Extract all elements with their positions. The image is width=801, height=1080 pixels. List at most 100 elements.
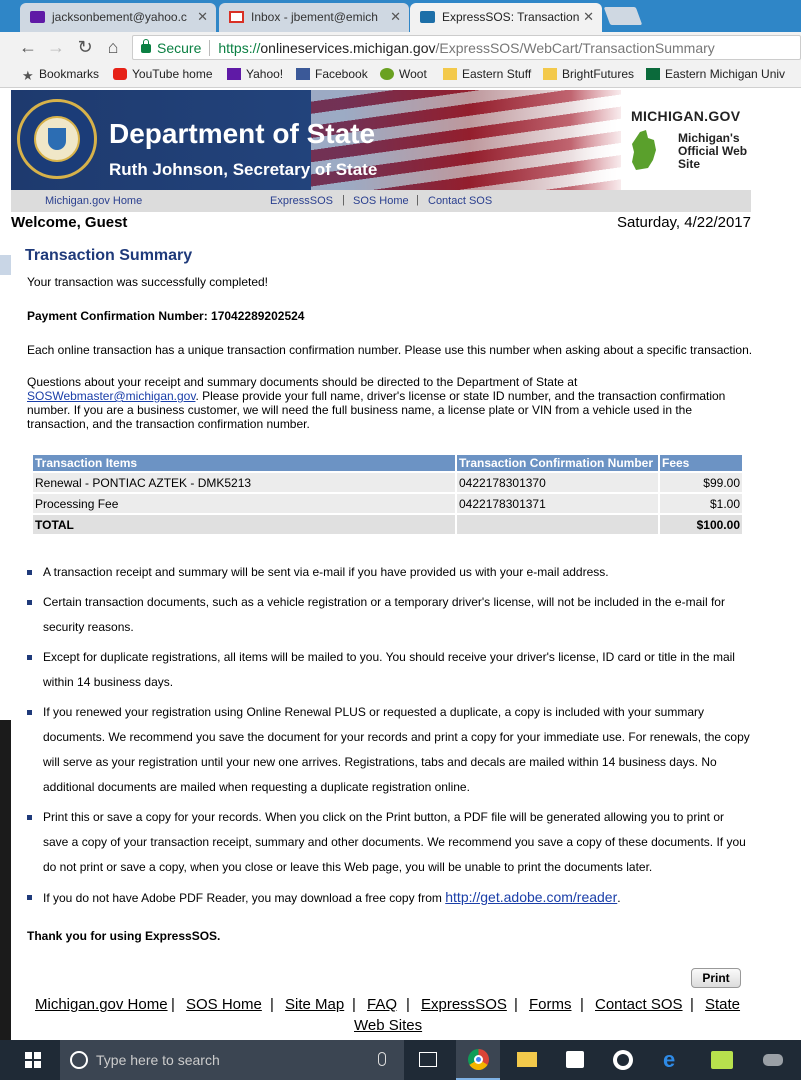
expresssos-favicon-icon bbox=[420, 11, 435, 23]
adobe-reader-link[interactable]: http://get.adobe.com/reader bbox=[445, 889, 617, 905]
webmaster-email-link[interactable]: SOSWebmaster@michigan.gov bbox=[27, 389, 195, 403]
nav-contact-sos[interactable]: Contact SOS bbox=[428, 195, 492, 207]
secure-label: Secure bbox=[157, 40, 202, 56]
payment-confirmation: Payment Confirmation Number: 17042289202… bbox=[27, 309, 304, 323]
facebook-icon bbox=[296, 68, 310, 80]
app-icon[interactable] bbox=[700, 1040, 744, 1080]
youtube-icon bbox=[113, 68, 127, 80]
home-icon[interactable]: ⌂ bbox=[102, 36, 124, 58]
address-bar[interactable]: Secure https://onlineservices.michigan.go… bbox=[132, 35, 801, 60]
footer-link-web-sites[interactable]: Web Sites bbox=[354, 1017, 422, 1034]
fee-cell: $1.00 bbox=[660, 494, 742, 513]
footer-link-expresssos[interactable]: ExpressSOS bbox=[421, 996, 507, 1013]
file-explorer-icon[interactable] bbox=[505, 1040, 549, 1080]
bullet-icon bbox=[27, 710, 32, 715]
nav-sos-home[interactable]: SOS Home bbox=[353, 195, 409, 207]
task-view-icon[interactable] bbox=[406, 1040, 450, 1080]
tab-yahoo-mail[interactable]: jacksonbement@yahoo.c ✕ bbox=[20, 3, 216, 32]
column-header: Transaction Confirmation Number bbox=[457, 455, 658, 471]
footer-separator: | bbox=[690, 996, 694, 1013]
list-item: If you renewed your registration using O… bbox=[27, 700, 767, 800]
nav-separator: | bbox=[416, 194, 419, 206]
forward-arrow-icon[interactable]: → bbox=[45, 36, 67, 58]
total-fee: $100.00 bbox=[660, 515, 742, 534]
bookmark-brightfutures[interactable]: BrightFutures bbox=[543, 67, 634, 81]
total-label: TOTAL bbox=[33, 515, 455, 534]
game-app-icon[interactable] bbox=[750, 1040, 794, 1080]
footer-link-state[interactable]: State bbox=[705, 996, 740, 1013]
store-icon[interactable] bbox=[553, 1040, 597, 1080]
nav-michigan-gov-home[interactable]: Michigan.gov Home bbox=[45, 195, 142, 207]
site-banner: Department of State Ruth Johnson, Secret… bbox=[11, 90, 751, 190]
list-item: A transaction receipt and summary will b… bbox=[27, 560, 767, 585]
welcome-message: Welcome, Guest bbox=[11, 214, 128, 231]
fee-cell: $99.00 bbox=[660, 473, 742, 492]
footer-link-contact-sos[interactable]: Contact SOS bbox=[595, 996, 683, 1013]
new-tab-button[interactable] bbox=[603, 7, 643, 25]
bullet-icon bbox=[27, 570, 32, 575]
chrome-icon[interactable] bbox=[456, 1040, 500, 1080]
bookmark-youtube[interactable]: YouTube home bbox=[113, 67, 213, 81]
bookmark-label: Yahoo! bbox=[246, 67, 284, 81]
item-cell: Renewal - PONTIAC AZTEK - DMK5213 bbox=[33, 473, 455, 492]
bookmark-facebook[interactable]: Facebook bbox=[296, 67, 368, 81]
bookmark-label: Bookmarks bbox=[39, 67, 100, 81]
reload-icon[interactable]: ↻ bbox=[74, 36, 96, 58]
taskbar-search-box[interactable]: Type here to search bbox=[60, 1040, 404, 1080]
bullet-icon bbox=[27, 815, 32, 820]
web-page: Department of State Ruth Johnson, Secret… bbox=[0, 88, 801, 1040]
close-tab-icon[interactable]: ✕ bbox=[390, 9, 401, 25]
edge-icon[interactable]: e bbox=[651, 1040, 695, 1080]
sub-navigation: Michigan.gov Home ExpressSOS | SOS Home … bbox=[11, 190, 751, 212]
close-tab-icon[interactable]: ✕ bbox=[583, 9, 594, 25]
steam-icon[interactable] bbox=[601, 1040, 645, 1080]
bookmark-eastern-stuff[interactable]: Eastern Stuff bbox=[443, 67, 531, 81]
page-title: Transaction Summary bbox=[25, 247, 193, 264]
footer-separator: | bbox=[514, 996, 518, 1013]
transaction-table: Transaction Items Transaction Confirmati… bbox=[31, 453, 744, 536]
footer-link-forms[interactable]: Forms bbox=[529, 996, 572, 1013]
information-list: A transaction receipt and summary will b… bbox=[27, 560, 767, 916]
windows-logo-icon bbox=[25, 1052, 41, 1068]
bookmark-label: BrightFutures bbox=[562, 67, 635, 81]
total-row: TOTAL $100.00 bbox=[33, 515, 742, 534]
michigan-gov-logo-text[interactable]: MICHIGAN.GOV bbox=[631, 108, 740, 124]
tab-gmail-inbox[interactable]: Inbox - jbement@emich ✕ bbox=[219, 3, 409, 32]
nav-expresssos[interactable]: ExpressSOS bbox=[270, 195, 333, 207]
bullet-icon bbox=[27, 895, 32, 900]
confirmation-number: 17042289202524 bbox=[211, 309, 305, 323]
bookmark-yahoo[interactable]: Yahoo! bbox=[227, 67, 283, 81]
start-button[interactable] bbox=[0, 1040, 60, 1080]
print-button[interactable]: Print bbox=[691, 968, 741, 988]
close-tab-icon[interactable]: ✕ bbox=[197, 9, 208, 25]
search-placeholder: Type here to search bbox=[96, 1052, 220, 1068]
star-icon: ★ bbox=[22, 68, 34, 83]
list-item: Except for duplicate registrations, all … bbox=[27, 645, 737, 695]
woot-icon bbox=[380, 68, 394, 80]
footer-link-faq[interactable]: FAQ bbox=[367, 996, 397, 1013]
footer-link-sos-home[interactable]: SOS Home bbox=[186, 996, 262, 1013]
back-arrow-icon[interactable]: ← bbox=[17, 36, 39, 58]
microphone-icon[interactable] bbox=[378, 1052, 386, 1066]
michigan-map-icon bbox=[632, 130, 656, 170]
bookmark-emu[interactable]: Eastern Michigan Univ bbox=[646, 67, 785, 81]
questions-text: Questions about your receipt and summary… bbox=[27, 375, 578, 389]
confirmation-cell: 0422178301371 bbox=[457, 494, 658, 513]
bookmark-bookmarks[interactable]: ★ Bookmarks bbox=[22, 67, 100, 83]
cortana-icon bbox=[70, 1051, 88, 1069]
url-scheme: https:// bbox=[218, 40, 261, 56]
bullet-icon bbox=[27, 600, 32, 605]
tab-title: Inbox - jbement@emich bbox=[251, 10, 378, 24]
footer-separator: | bbox=[580, 996, 584, 1013]
footer-separator: | bbox=[352, 996, 356, 1013]
nav-separator: | bbox=[342, 194, 345, 206]
item-cell: Processing Fee bbox=[33, 494, 455, 513]
footer-link-site-map[interactable]: Site Map bbox=[285, 996, 344, 1013]
emu-icon bbox=[646, 68, 660, 80]
bookmark-woot[interactable]: Woot bbox=[380, 67, 427, 81]
michigan-tagline: Michigan's Official Web Site bbox=[678, 131, 748, 171]
success-message: Your transaction was successfully comple… bbox=[27, 275, 269, 289]
tab-expresssos[interactable]: ExpressSOS: Transaction ✕ bbox=[410, 3, 602, 32]
tab-title: jacksonbement@yahoo.c bbox=[52, 10, 187, 24]
footer-link-michigan-gov-home[interactable]: Michigan.gov Home bbox=[35, 996, 168, 1013]
